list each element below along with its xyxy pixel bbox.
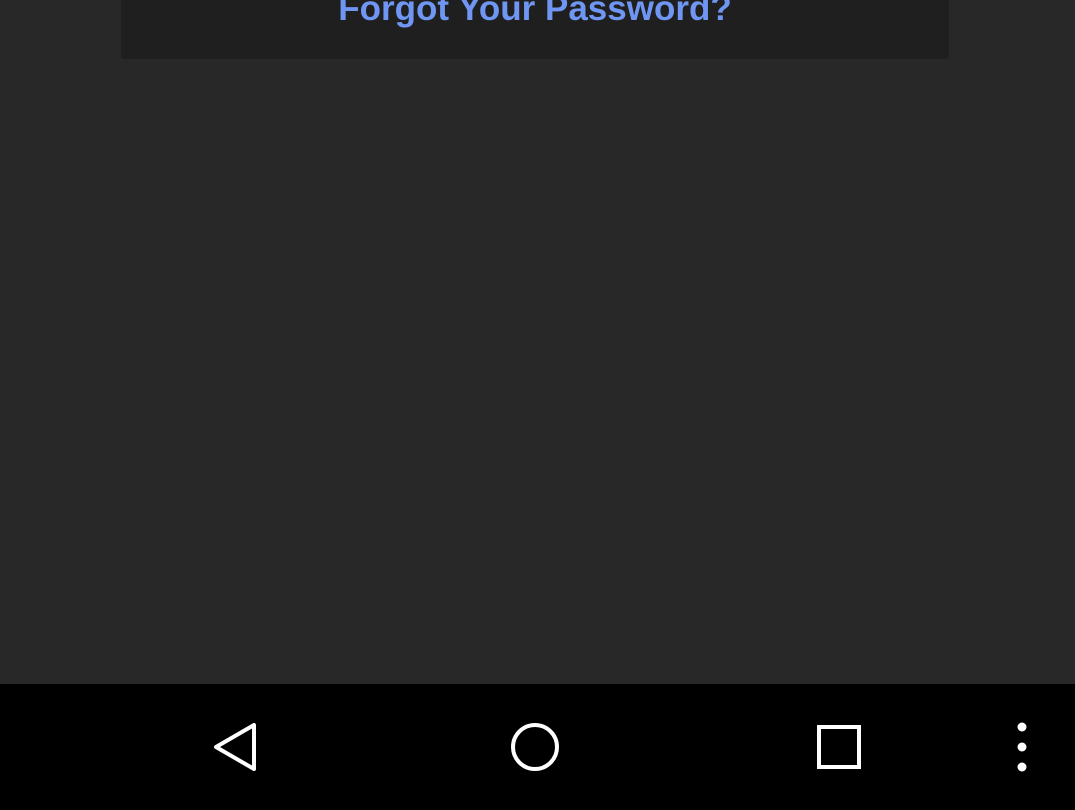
home-button[interactable] — [485, 684, 585, 810]
back-button[interactable] — [185, 684, 285, 810]
forgot-password-link[interactable]: Forgot Your Password? — [338, 0, 731, 59]
back-triangle-icon — [214, 723, 256, 771]
recents-square-icon — [817, 725, 861, 769]
home-circle-icon — [511, 723, 559, 771]
overflow-menu-icon — [1017, 722, 1027, 772]
app-screen: Forgot Your Password? — [0, 0, 1075, 810]
empty-content-area — [0, 59, 1075, 684]
recents-button[interactable] — [789, 684, 889, 810]
system-navigation-bar — [0, 684, 1075, 810]
forgot-password-card: Forgot Your Password? — [121, 0, 949, 59]
overflow-menu-button[interactable] — [997, 684, 1047, 810]
